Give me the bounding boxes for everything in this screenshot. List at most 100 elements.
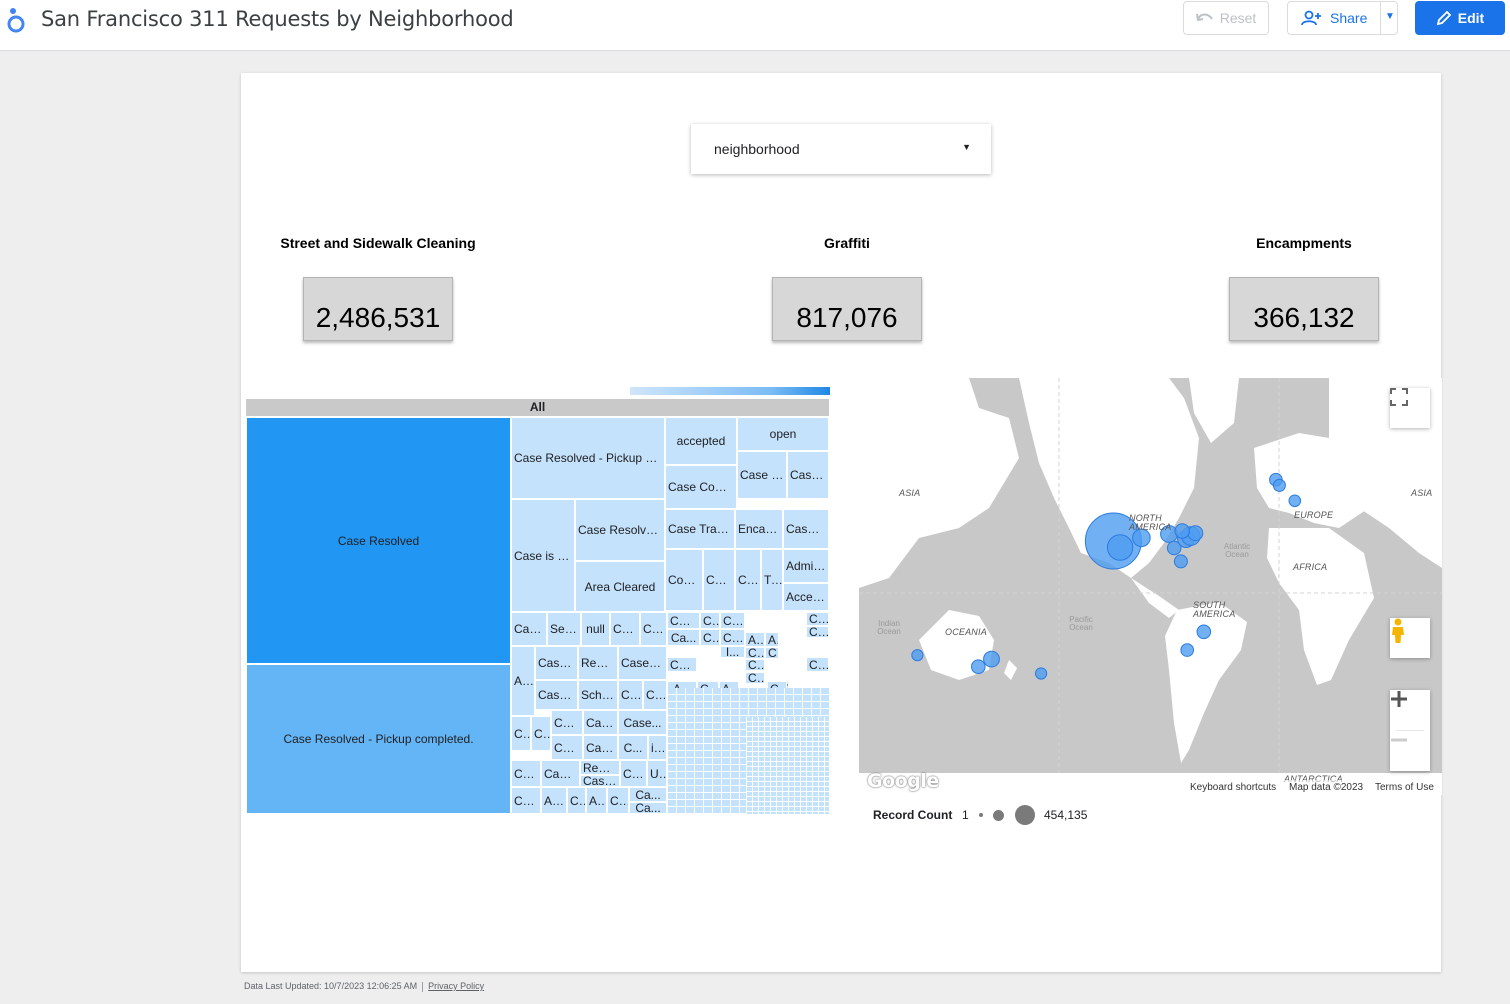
treemap-cell[interactable]: Sche...: [578, 680, 618, 710]
zoom-out-button[interactable]: [1390, 731, 1430, 771]
treemap-cell[interactable]: Case...: [511, 612, 547, 646]
treemap-cell[interactable]: Case Comp...: [665, 465, 737, 509]
treemap-cell[interactable]: C...: [745, 659, 765, 671]
treemap-cell-label: Case...: [790, 468, 828, 482]
treemap-cell[interactable]: Cas...: [583, 735, 618, 760]
treemap-cell[interactable]: Accep...: [783, 583, 829, 611]
treemap-cell[interactable]: open: [737, 417, 829, 451]
map-bubble[interactable]: [1180, 643, 1195, 657]
treemap-cell[interactable]: Cas...: [583, 710, 618, 735]
map-bubble[interactable]: [1272, 478, 1286, 492]
google-logo[interactable]: Google: [867, 770, 939, 792]
map-bubble[interactable]: [971, 659, 986, 675]
treemap-cell[interactable]: Case R...: [783, 509, 829, 549]
treemap-cell[interactable]: See...: [547, 612, 581, 646]
treemap-cell[interactable]: Case Resolved - Pickup completed.: [246, 664, 511, 814]
treemap-cell[interactable]: Case...: [551, 735, 583, 760]
treemap-cell[interactable]: Ac...: [541, 787, 567, 814]
treemap-cell[interactable]: Cas...: [667, 612, 700, 629]
treemap-cell[interactable]: Case Trans...: [665, 509, 735, 549]
treemap-cell[interactable]: Ag...: [511, 646, 535, 716]
treemap-cell[interactable]: Admin...: [783, 549, 829, 583]
treemap-cell[interactable]: U...: [647, 760, 667, 787]
treemap-cell[interactable]: Case Re...: [618, 646, 667, 680]
treemap-cell[interactable]: Case Resolved - Pickup co...: [511, 417, 665, 499]
treemap-cell[interactable]: Cas...: [703, 549, 735, 611]
treemap-cell[interactable]: Case...: [787, 451, 829, 499]
keyboard-shortcuts-link[interactable]: Keyboard shortcuts: [1190, 782, 1276, 793]
reset-button[interactable]: Reset: [1183, 1, 1269, 35]
treemap-cell[interactable]: Case R...: [737, 451, 787, 499]
treemap-cell[interactable]: Ca...: [720, 629, 745, 646]
treemap-cell[interactable]: Ca...: [700, 629, 720, 646]
street-view-pegman-button[interactable]: [1390, 618, 1430, 658]
treemap-cell[interactable]: Case is a...: [511, 499, 575, 612]
treemap-cell[interactable]: Case...: [580, 775, 620, 787]
edit-button[interactable]: Edit: [1415, 1, 1505, 35]
treemap-cell[interactable]: Co...: [511, 760, 541, 787]
map-bubble[interactable]: [1173, 554, 1188, 569]
treemap-cell[interactable]: Ca...: [720, 612, 745, 629]
treemap-cell[interactable]: Ca...: [643, 680, 667, 710]
map-bubble[interactable]: [1288, 494, 1302, 508]
treemap-cell[interactable]: Cas...: [640, 612, 667, 646]
treemap-cell[interactable]: Remo...: [580, 760, 620, 775]
treemap-cell[interactable]: C...: [567, 787, 586, 814]
map-bubble[interactable]: [1035, 667, 1048, 680]
treemap-cell[interactable]: A...: [765, 632, 779, 647]
terms-of-use-link[interactable]: Terms of Use: [1375, 782, 1434, 793]
treemap-cell[interactable]: Case...: [535, 680, 578, 710]
treemap-cell[interactable]: Ca...: [667, 657, 697, 672]
bubble-map[interactable]: ASIA NORTH AMERICA EUROPE ASIA AFRICA SO…: [859, 378, 1442, 795]
treemap-cell[interactable]: C...: [511, 716, 531, 751]
treemap-cell[interactable]: Ca...: [629, 802, 667, 814]
map-bubble[interactable]: [1187, 525, 1204, 542]
map-bubble[interactable]: [983, 650, 1000, 668]
treemap-cell[interactable]: Area Cleared: [575, 561, 665, 612]
map-bubble[interactable]: [911, 649, 924, 662]
treemap-cell[interactable]: Case Resolved...: [575, 499, 665, 561]
treemap-cell[interactable]: accepted: [665, 417, 737, 465]
treemap-cell[interactable]: Ca...: [735, 549, 761, 611]
treemap-cell[interactable]: A...: [745, 632, 765, 647]
treemap-cell[interactable]: C...: [765, 647, 779, 659]
treemap-cell[interactable]: C...: [700, 612, 720, 629]
treemap-cell[interactable]: in...: [648, 735, 667, 760]
treemap-cell-label: Case Resolved - Pickup co...: [514, 451, 664, 465]
treemap-cell[interactable]: null: [581, 612, 610, 646]
treemap-cell[interactable]: Com...: [665, 549, 703, 611]
treemap-cell[interactable]: C...: [531, 716, 551, 751]
treemap-cell[interactable]: Rem...: [578, 646, 618, 680]
treemap-cell[interactable]: Ca...: [806, 626, 829, 638]
treemap-cell[interactable]: C...: [806, 657, 829, 672]
zoom-in-button[interactable]: [1390, 690, 1430, 730]
treemap-cell[interactable]: Ca...: [618, 680, 643, 710]
treemap-cell[interactable]: Case...: [551, 710, 583, 735]
map-bubble[interactable]: [1106, 534, 1134, 561]
treemap-cell[interactable]: Case T...: [535, 646, 578, 680]
treemap-cell[interactable]: Cas...: [511, 787, 541, 814]
treemap-cell[interactable]: Ca...: [667, 629, 700, 646]
treemap-cell[interactable]: Case Resolved: [246, 417, 511, 664]
share-button[interactable]: Share ▼: [1287, 1, 1398, 35]
treemap-cell[interactable]: C...: [618, 735, 648, 760]
treemap-cell[interactable]: I...: [720, 646, 745, 658]
treemap-cell[interactable]: C...: [607, 787, 629, 814]
treemap-cell[interactable]: C...: [745, 672, 765, 684]
treemap-cell[interactable]: Ca...: [629, 787, 667, 802]
privacy-policy-link[interactable]: Privacy Policy: [428, 981, 484, 991]
treemap-cell[interactable]: A...: [586, 787, 607, 814]
treemap-cell[interactable]: Cas...: [610, 612, 640, 646]
share-dropdown-caret-icon[interactable]: ▼: [1385, 11, 1395, 22]
treemap-cell[interactable]: Ca...: [620, 760, 647, 787]
treemap-cell[interactable]: Case...: [541, 760, 580, 787]
map-bubble[interactable]: [1196, 624, 1212, 640]
treemap-cell[interactable]: Ca...: [745, 647, 765, 659]
fullscreen-button[interactable]: [1390, 388, 1430, 428]
treemap-cell[interactable]: Encam...: [735, 509, 783, 549]
treemap-cell[interactable]: Case...: [618, 710, 667, 735]
treemap-cell[interactable]: Tra...: [761, 549, 783, 611]
treemap-root-header[interactable]: All: [246, 399, 829, 416]
neighborhood-filter-dropdown[interactable]: neighborhood ▼: [691, 124, 991, 174]
treemap-cell[interactable]: C...: [806, 612, 829, 626]
